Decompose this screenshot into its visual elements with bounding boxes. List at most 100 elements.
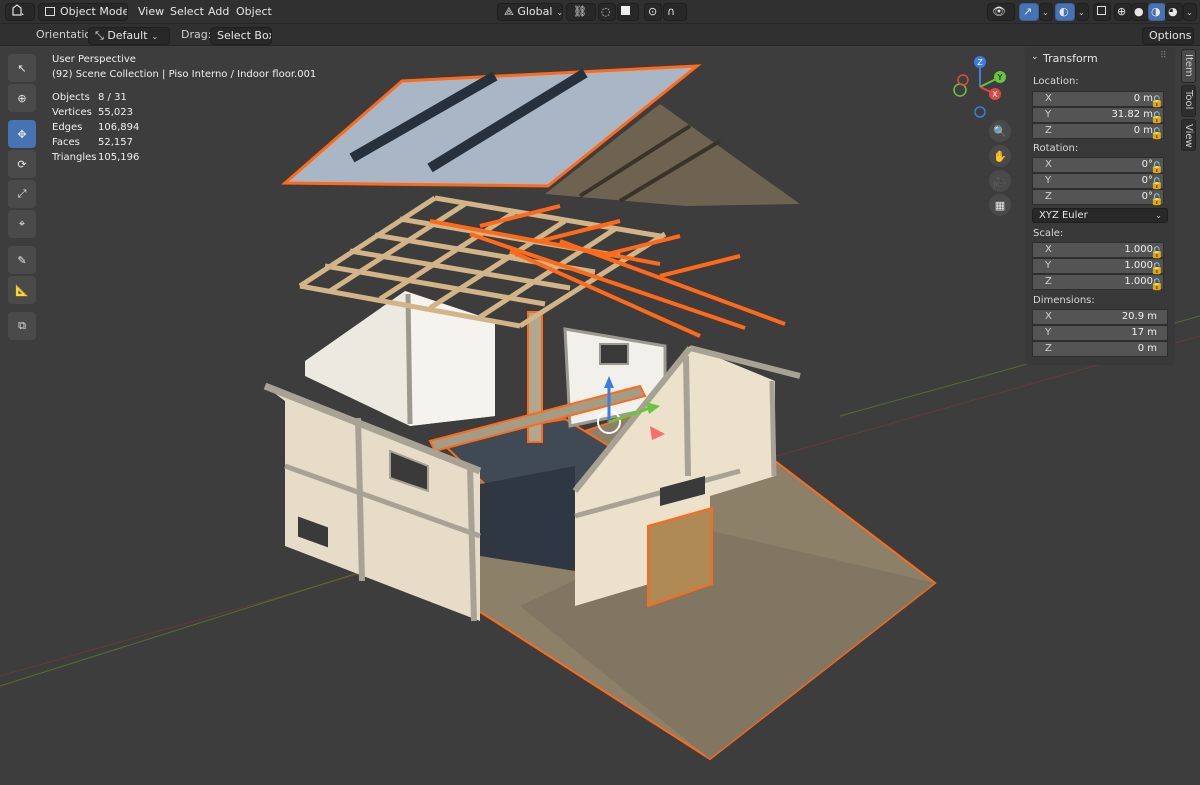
cursor-icon: ⊕ (17, 91, 27, 105)
location-y-field[interactable]: Y 31.82 m (1032, 107, 1164, 123)
tab-item[interactable]: Item (1181, 49, 1196, 83)
stat-objects: Objects 8 / 31 (52, 92, 127, 103)
solid-icon: ● (1134, 5, 1144, 18)
camera-icon: 🎥 (993, 174, 1007, 188)
location-z-field[interactable]: Z0 m (1032, 123, 1164, 139)
move-icon: ✥ (17, 127, 27, 141)
perspective-button[interactable]: ▦ (989, 194, 1011, 216)
chevron-down-icon: ⌄ (556, 8, 563, 17)
lock-icon[interactable]: 🔓 (1150, 111, 1164, 124)
location-x-field[interactable]: X0 m (1032, 91, 1164, 107)
tab-view[interactable]: View (1181, 119, 1196, 151)
scale-x-field[interactable]: X 1.000 (1032, 242, 1164, 258)
xray-toggle[interactable] (1093, 3, 1111, 21)
tool-select-box[interactable]: ↖ (8, 54, 36, 82)
chevron-down-icon: ⌄ (151, 32, 159, 41)
square-icon (621, 6, 630, 15)
svg-text:X: X (992, 90, 998, 99)
stat-triangles: Triangles 105,196 (52, 152, 140, 163)
menu-object[interactable]: Object (236, 5, 272, 18)
measure-icon: 📐 (15, 283, 29, 297)
overlays-icon: ◐ (1059, 5, 1069, 18)
shading-wireframe[interactable]: ⊕ (1114, 3, 1132, 21)
object-mode-icon (45, 7, 55, 16)
rotation-y-field[interactable]: Y 0° (1032, 173, 1164, 189)
mode-label: Object Mode (60, 5, 128, 18)
snap-target-select[interactable] (617, 3, 639, 21)
options-button[interactable]: Options⌄ (1142, 27, 1194, 45)
tool-move[interactable]: ✥ (8, 120, 36, 148)
shading-rendered[interactable]: ◕ (1165, 3, 1183, 21)
tab-tool[interactable]: Tool (1181, 85, 1196, 117)
gizmo-toggle[interactable]: ↗ (1019, 3, 1039, 21)
add-cube-icon: ⧉ (18, 319, 26, 332)
scale-y-field[interactable]: Y 1.000 (1032, 258, 1164, 274)
pan-button[interactable]: ✋ (989, 145, 1011, 167)
pivot-button[interactable]: ⛓ (566, 3, 596, 21)
overlays-dropdown[interactable]: ⌄ (1075, 3, 1089, 21)
dot-icon: ⊙ (648, 5, 658, 18)
rotation-x-field[interactable]: X 0° (1032, 157, 1164, 173)
viewport-header: Object Mode⌄ View Select Add Object ⟁ Gl… (0, 0, 1200, 24)
tool-scale[interactable]: ⤢ (8, 180, 36, 208)
viewport-stats: User Perspective (92) Scene Collection |… (52, 52, 316, 165)
rotation-z-field[interactable]: Z 0° (1032, 189, 1164, 205)
tool-rotate[interactable]: ⟳ (8, 150, 36, 178)
drag-select[interactable]: Select Box (210, 27, 272, 45)
tool-add-cube[interactable]: ⧉ (8, 312, 36, 340)
lock-icon[interactable]: 🔓 (1150, 193, 1164, 206)
lock-icon[interactable]: 🔓 (1150, 127, 1164, 140)
shading-solid[interactable]: ● (1131, 3, 1149, 21)
editor-type-button[interactable] (5, 3, 35, 21)
scene-context: (92) Scene Collection | Piso Interno / I… (52, 69, 317, 80)
lock-icon[interactable]: 🔓 (1150, 278, 1164, 291)
snap-toggle[interactable]: ◌ (598, 3, 616, 21)
transform-orientation-select[interactable]: ⟁ Global ⌄ (497, 3, 563, 21)
tool-annotate[interactable]: ✎ (8, 246, 36, 274)
visibility-button[interactable]: 👁 (987, 3, 1015, 21)
lock-icon[interactable]: 🔓 (1150, 95, 1164, 108)
menu-select[interactable]: Select (170, 5, 204, 18)
link-icon: ⛓ (573, 5, 587, 18)
tool-transform[interactable]: ⌖ (8, 210, 36, 238)
drag-handle-icon[interactable]: ⠿ (1160, 51, 1167, 61)
menu-add[interactable]: Add (208, 5, 229, 18)
dimensions-x-field[interactable]: X 20.9 m (1032, 309, 1168, 325)
tool-measure[interactable]: 📐 (8, 276, 36, 304)
mode-select[interactable]: Object Mode⌄ (38, 3, 128, 21)
zoom-icon: 🔍 (993, 124, 1007, 138)
svg-text:Y: Y (997, 73, 1003, 82)
rotation-label: Rotation: (1033, 143, 1079, 154)
lock-icon[interactable]: 🔓 (1150, 262, 1164, 275)
overlays-toggle[interactable]: ◐ (1055, 3, 1075, 21)
shading-material[interactable]: ◑ (1148, 3, 1166, 21)
orientation-select[interactable]: ⤡ Default ⌄ (88, 27, 170, 45)
location-label: Location: (1033, 76, 1079, 87)
rotation-mode-select[interactable]: XYZ Euler ⌄ (1032, 208, 1168, 223)
menu-view[interactable]: View (138, 5, 164, 18)
roof-rafters (298, 195, 667, 329)
select-box-icon: ↖ (17, 61, 27, 75)
stat-vertices: Vertices 55,023 (52, 107, 133, 118)
collapse-chevron-icon[interactable]: ⌄ (1031, 52, 1039, 62)
shading-dropdown[interactable]: ⌄ (1183, 3, 1197, 21)
lock-icon[interactable]: 🔓 (1150, 177, 1164, 190)
transform-icon: ⌖ (18, 217, 26, 230)
material-icon: ◑ (1151, 5, 1161, 18)
gizmo-dropdown[interactable]: ⌄ (1039, 3, 1053, 21)
lock-icon[interactable]: 🔓 (1150, 161, 1164, 174)
falloff-select[interactable]: ∩ (663, 3, 687, 21)
annotate-icon: ✎ (17, 253, 27, 267)
lock-icon[interactable]: 🔓 (1150, 246, 1164, 259)
orientation-axes-icon: ⤡ (95, 29, 104, 42)
zoom-button[interactable]: 🔍 (989, 120, 1011, 142)
front-wall-post (683, 355, 691, 477)
dimensions-z-field[interactable]: Z0 m (1032, 341, 1168, 357)
proportional-edit-toggle[interactable]: ⊙ (644, 3, 662, 21)
tool-cursor[interactable]: ⊕ (8, 84, 36, 112)
3d-viewport[interactable]: User Perspective (92) Scene Collection |… (0, 46, 1200, 785)
scale-z-field[interactable]: Z 1.000 (1032, 274, 1164, 290)
camera-button[interactable]: 🎥 (989, 170, 1011, 192)
dimensions-y-field[interactable]: Y 17 m (1032, 325, 1168, 341)
navigation-gizmo[interactable]: Z Y X (945, 52, 1015, 122)
